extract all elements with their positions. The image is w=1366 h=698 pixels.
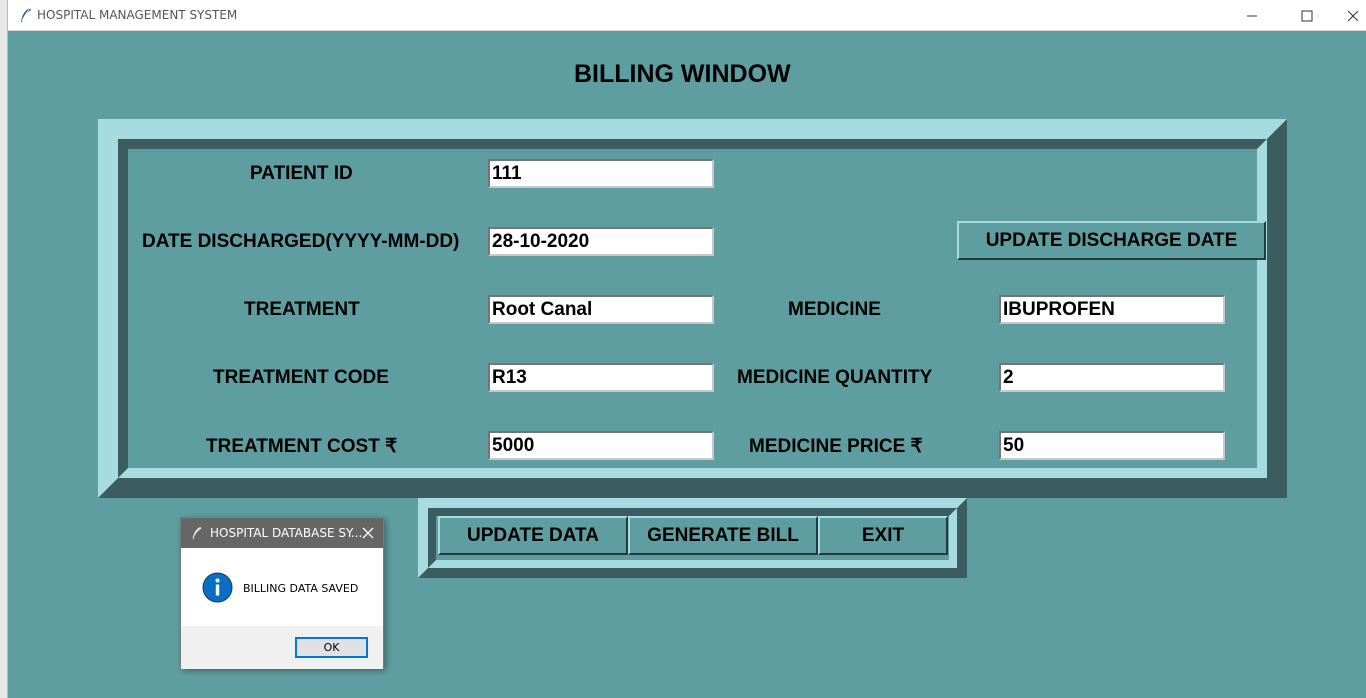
page-title: BILLING WINDOW xyxy=(574,60,791,88)
medicine-label: MEDICINE xyxy=(788,299,881,320)
patient-id-label: PATIENT ID xyxy=(250,163,353,184)
medicine-price-input[interactable]: 50 xyxy=(999,431,1225,460)
treatment-cost-label: TREATMENT COST ₹ xyxy=(206,436,398,457)
close-button[interactable] xyxy=(1330,0,1366,31)
billing-window-content: BILLING WINDOW PATIENT ID 111 DATE DISCH… xyxy=(8,31,1366,698)
update-data-button[interactable]: UPDATE DATA xyxy=(438,516,628,555)
message-dialog: HOSPITAL DATABASE SY... BILLING DATA SAV… xyxy=(180,517,384,669)
ok-button[interactable]: OK xyxy=(295,637,368,658)
generate-bill-button[interactable]: GENERATE BILL xyxy=(628,516,818,555)
dialog-message: BILLING DATA SAVED xyxy=(243,582,359,595)
billing-form-frame: PATIENT ID 111 DATE DISCHARGED(YYYY-MM-D… xyxy=(98,119,1287,498)
action-buttons-panel: UPDATE DATA GENERATE BILL EXIT xyxy=(428,508,957,568)
background-window-edge xyxy=(0,0,8,698)
maximize-button[interactable] xyxy=(1284,0,1330,31)
date-discharged-label: DATE DISCHARGED(YYYY-MM-DD) xyxy=(142,231,460,252)
treatment-input[interactable]: Root Canal xyxy=(488,295,714,324)
update-discharge-date-button[interactable]: UPDATE DISCHARGE DATE xyxy=(957,221,1266,260)
close-icon xyxy=(1347,10,1359,21)
medicine-quantity-input[interactable]: 2 xyxy=(999,363,1225,392)
medicine-input[interactable]: IBUPROFEN xyxy=(999,295,1225,324)
exit-button[interactable]: EXIT xyxy=(818,516,948,555)
billing-form-panel: PATIENT ID 111 DATE DISCHARGED(YYYY-MM-D… xyxy=(118,139,1267,478)
maximize-icon xyxy=(1301,10,1313,21)
feather-icon xyxy=(192,526,202,540)
dialog-footer: OK xyxy=(181,626,383,669)
treatment-code-input[interactable]: R13 xyxy=(488,363,714,392)
dialog-title-bar[interactable]: HOSPITAL DATABASE SY... xyxy=(181,518,383,548)
medicine-price-label: MEDICINE PRICE ₹ xyxy=(749,436,923,457)
minimize-button[interactable] xyxy=(1229,0,1275,31)
feather-icon xyxy=(21,7,31,22)
medicine-quantity-label: MEDICINE QUANTITY xyxy=(737,367,933,388)
treatment-code-label: TREATMENT CODE xyxy=(213,367,389,388)
window-title: HOSPITAL MANAGEMENT SYSTEM xyxy=(37,8,238,22)
dialog-close-icon[interactable] xyxy=(359,524,377,542)
minimize-icon xyxy=(1247,15,1257,16)
treatment-label: TREATMENT xyxy=(244,299,360,320)
patient-id-input[interactable]: 111 xyxy=(488,159,714,188)
info-icon xyxy=(202,572,233,603)
action-buttons-frame: UPDATE DATA GENERATE BILL EXIT xyxy=(418,498,967,578)
date-discharged-input[interactable]: 28-10-2020 xyxy=(488,227,714,256)
dialog-title: HOSPITAL DATABASE SY... xyxy=(210,526,363,540)
treatment-cost-input[interactable]: 5000 xyxy=(488,431,714,460)
window-title-bar[interactable]: HOSPITAL MANAGEMENT SYSTEM xyxy=(8,0,1366,31)
